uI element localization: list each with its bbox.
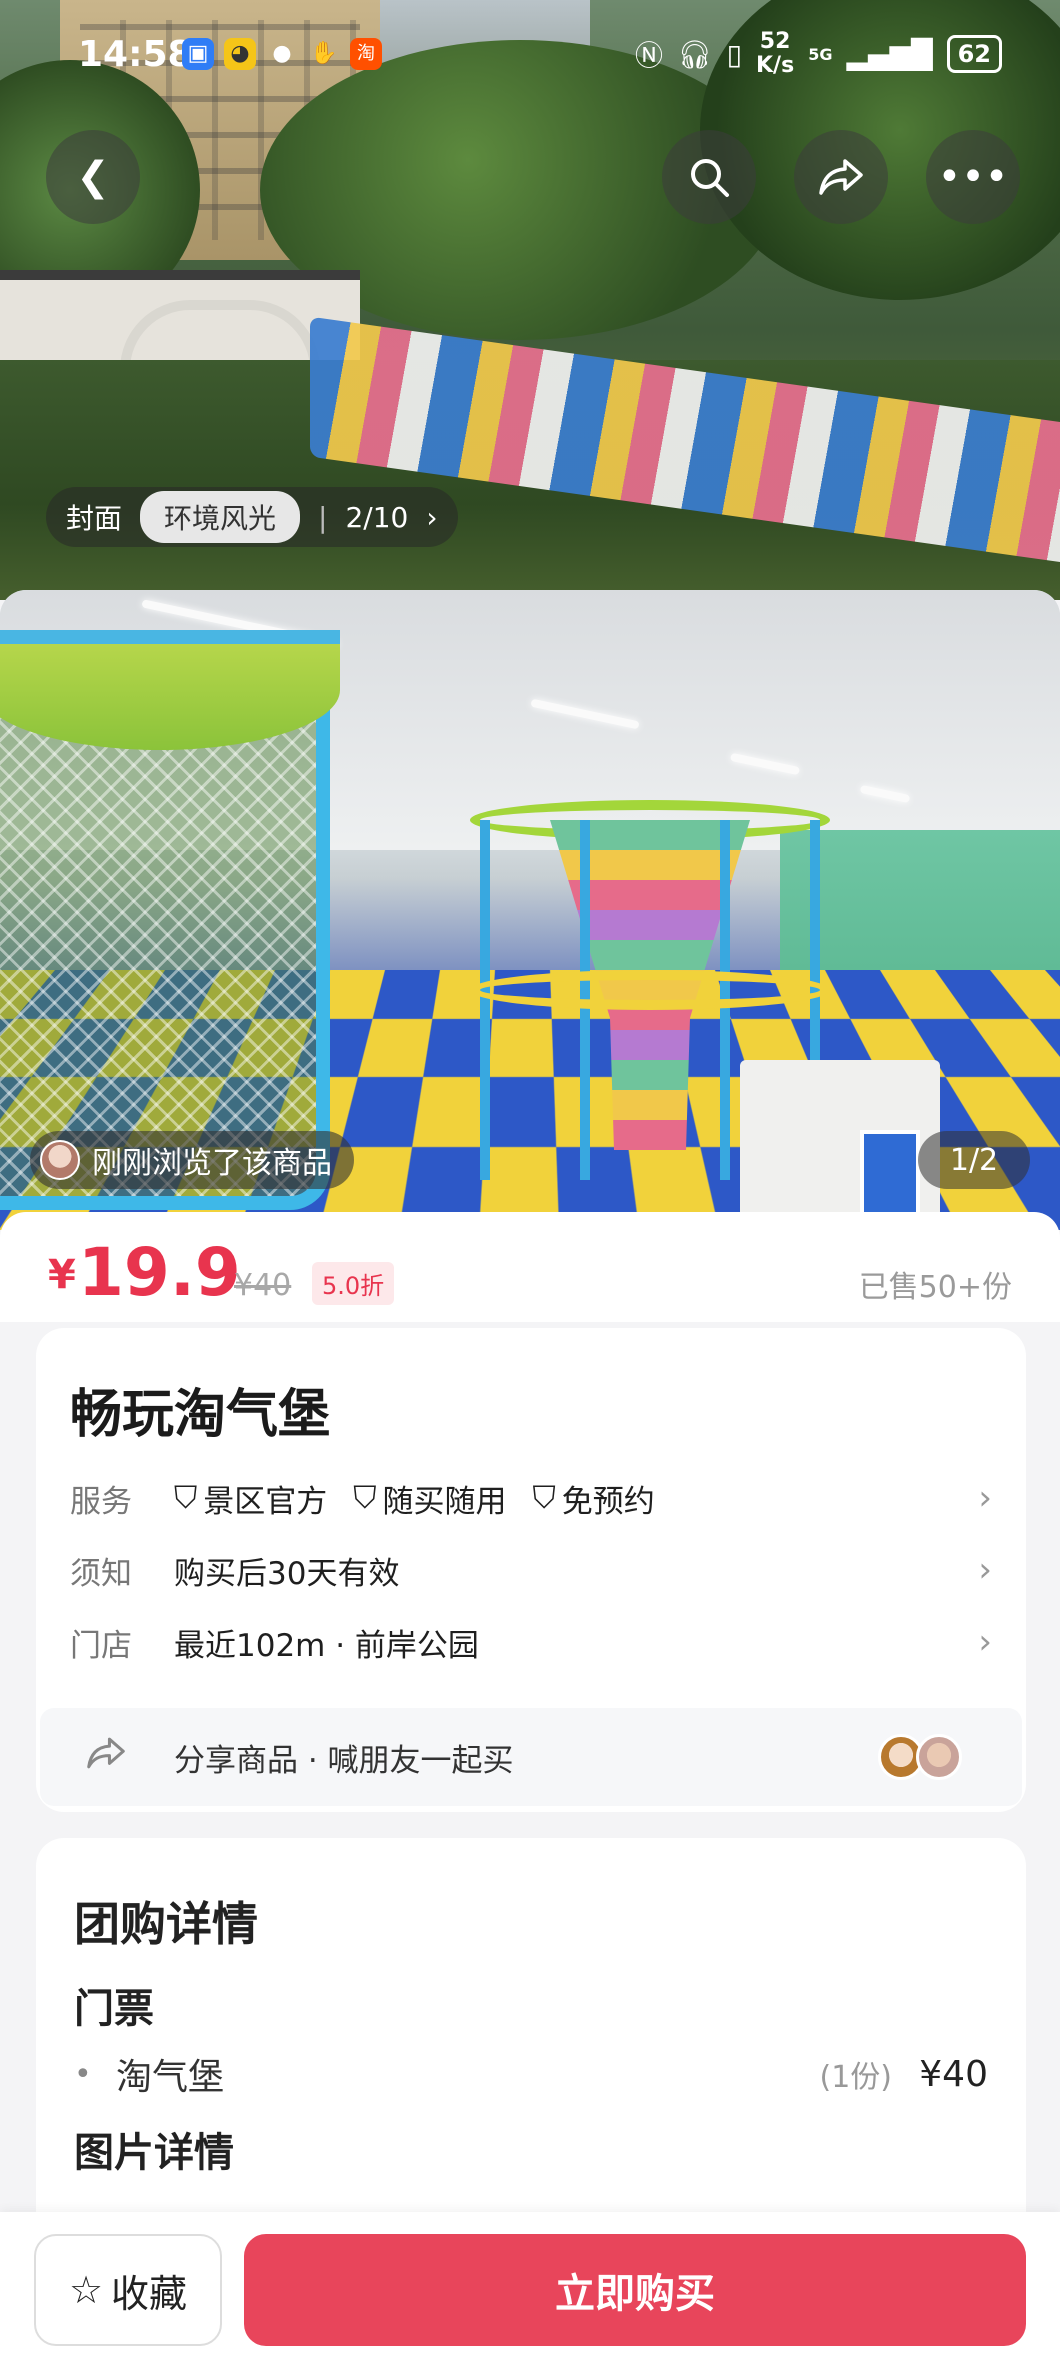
tab-scenery[interactable]: 环境风光 xyxy=(140,491,300,543)
discount-badge: 5.0折 xyxy=(312,1262,394,1305)
signal-icon: ▂▄▆█ xyxy=(846,38,932,71)
recently-viewed-text: 刚刚浏览了该商品 xyxy=(92,1138,332,1182)
service-tag: ⛉免预约 xyxy=(533,1476,655,1521)
chevron-right-icon: › xyxy=(978,1550,992,1590)
shield-check-icon: ⛉ xyxy=(174,1480,197,1517)
notice-label: 须知 xyxy=(70,1548,174,1593)
headphones-icon: 🎧︎ xyxy=(677,38,713,71)
net-speed-unit: K/s xyxy=(756,54,794,78)
service-tag: ⛉随买随用 xyxy=(353,1476,506,1521)
search-button[interactable] xyxy=(662,130,756,224)
ticket-item-name: 淘气堡 xyxy=(116,2048,224,2100)
share-button[interactable] xyxy=(794,130,888,224)
share-text: 分享商品 · 喊朋友一起买 xyxy=(174,1735,514,1780)
status-app-icons: ▣ ◕ ● ✋ 淘 xyxy=(182,38,382,70)
store-row[interactable]: 门店 最近102m · 前岸公园 › xyxy=(70,1614,1026,1670)
store-value: 最近102m · 前岸公园 xyxy=(174,1620,479,1665)
details-title: 团购详情 xyxy=(74,1888,258,1954)
tower-pole xyxy=(480,820,490,1180)
chat-bubble-icon: ● xyxy=(266,38,298,70)
original-price: ¥40 xyxy=(234,1268,291,1303)
buy-now-button[interactable]: 立即购买 xyxy=(244,2234,1026,2346)
net-speed-value: 52 xyxy=(756,30,794,54)
bullet-icon: • xyxy=(74,2057,116,2092)
bottom-action-bar: ☆ 收藏 立即购买 xyxy=(0,2212,1060,2376)
network-speed: 52 K/s xyxy=(756,30,794,78)
star-icon: ☆ xyxy=(69,2268,103,2312)
service-tag-label: 景区官方 xyxy=(203,1476,327,1521)
recently-viewed-pill: 刚刚浏览了该商品 xyxy=(30,1131,354,1189)
service-label: 服务 xyxy=(70,1476,174,1521)
product-title: 畅玩淘气堡 xyxy=(70,1372,330,1447)
sold-count: 已售50+份 xyxy=(859,1262,1012,1306)
status-bar: 14:58 ▣ ◕ ● ✋ 淘 Ⓝ 🎧︎ ▯ 52 K/s 5G ▂▄▆█ 62 xyxy=(0,0,1060,110)
hand-icon: ✋ xyxy=(308,38,340,70)
price-currency: ¥ xyxy=(48,1252,76,1298)
tab-cover[interactable]: 封面 xyxy=(66,497,122,537)
taobao-app-icon: 淘 xyxy=(350,38,382,70)
photo-details-title: 图片详情 xyxy=(74,2120,234,2178)
price-value: 19.9 xyxy=(78,1234,241,1311)
store-label: 门店 xyxy=(70,1620,174,1665)
vibrate-icon: ▯ xyxy=(727,38,742,71)
shield-check-icon: ⛉ xyxy=(353,1480,376,1517)
nfc-icon: Ⓝ xyxy=(635,34,663,74)
search-icon xyxy=(686,154,732,200)
gallery-tabs: 封面 环境风光 | 2/10 › xyxy=(46,487,458,547)
ticket-section-title: 门票 xyxy=(74,1976,154,2034)
battery-icon: 62 xyxy=(947,35,1002,73)
notice-value: 购买后30天有效 xyxy=(174,1548,399,1593)
service-tag: ⛉景区官方 xyxy=(174,1476,327,1521)
product-info-card: 畅玩淘气堡 服务 ⛉景区官方 ⛉随买随用 ⛉免预约 › 须知 购买后30天有效 … xyxy=(36,1328,1026,1812)
chevron-left-icon: ❮ xyxy=(76,154,110,200)
chevron-right-icon: › xyxy=(978,1622,992,1662)
photo-sign xyxy=(860,1130,920,1220)
more-button[interactable]: ••• xyxy=(926,130,1020,224)
status-time: 14:58 xyxy=(78,34,193,75)
price-section: ¥ 19.9 ¥40 5.0折 已售50+份 xyxy=(0,1212,1060,1322)
chevron-right-icon: › xyxy=(978,1478,992,1518)
service-tag-label: 随买随用 xyxy=(383,1476,507,1521)
favorite-label: 收藏 xyxy=(111,2263,187,2318)
photo-counter: 1/2 xyxy=(918,1131,1030,1189)
chevron-right-icon: › xyxy=(426,501,437,534)
ticket-item-row: • 淘气堡 (1份) ¥40 xyxy=(74,2046,1024,2102)
network-type: 5G xyxy=(808,45,832,64)
shield-check-icon: ⛉ xyxy=(533,1480,556,1517)
tab-divider: | xyxy=(318,501,327,534)
more-dots-icon: ••• xyxy=(938,154,1009,200)
avatar xyxy=(916,1734,962,1780)
avatar xyxy=(40,1140,80,1180)
rabbit-app-icon: ◕ xyxy=(224,38,256,70)
share-arrow-icon xyxy=(817,155,865,199)
group-purchase-details: 团购详情 门票 • 淘气堡 (1份) ¥40 图片详情 xyxy=(36,1838,1026,2238)
notice-row[interactable]: 须知 购买后30天有效 › xyxy=(70,1542,1026,1598)
tower-ring xyxy=(470,970,830,1010)
service-row[interactable]: 服务 ⛉景区官方 ⛉随买随用 ⛉免预约 › xyxy=(70,1470,1026,1526)
share-product-bar[interactable]: 分享商品 · 喊朋友一起买 xyxy=(40,1708,1022,1806)
service-tag-label: 免预约 xyxy=(562,1476,655,1521)
favorite-button[interactable]: ☆ 收藏 xyxy=(34,2234,222,2346)
gallery-counter[interactable]: 2/10 xyxy=(345,501,408,534)
back-button[interactable]: ❮ xyxy=(46,130,140,224)
ticket-item-price: ¥40 xyxy=(919,2054,988,2095)
friend-avatars xyxy=(886,1734,962,1780)
status-indicators: Ⓝ 🎧︎ ▯ 52 K/s 5G ▂▄▆█ 62 xyxy=(635,30,1002,78)
share-arrow-icon xyxy=(84,1734,144,1781)
ticket-item-qty: (1份) xyxy=(820,2052,893,2096)
service-tags: ⛉景区官方 ⛉随买随用 ⛉免预约 xyxy=(174,1476,673,1521)
app-notification-icon: ▣ xyxy=(182,38,214,70)
